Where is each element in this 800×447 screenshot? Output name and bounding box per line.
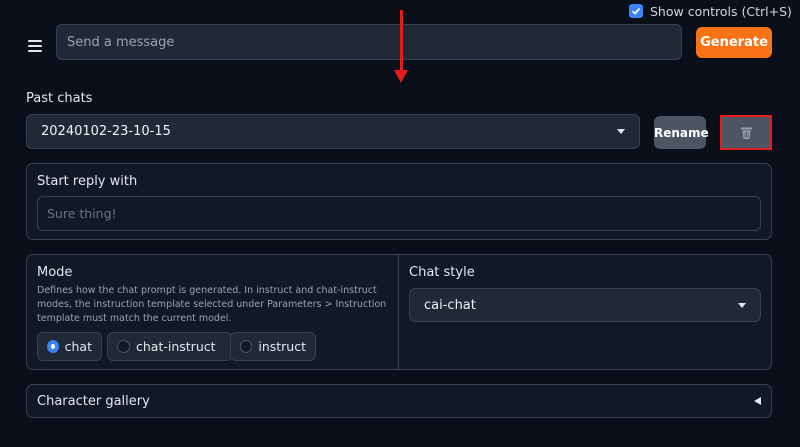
mode-option-chat[interactable]: chat	[37, 332, 102, 361]
mode-option-label: chat	[64, 339, 92, 354]
annotation-arrow-line	[400, 10, 403, 72]
checkmark-icon	[631, 7, 641, 15]
past-chats-label: Past chats	[26, 91, 93, 106]
trash-icon	[740, 127, 752, 139]
show-controls-label: Show controls (Ctrl+S)	[650, 3, 792, 19]
start-reply-label: Start reply with	[37, 174, 138, 189]
past-chats-dropdown[interactable]: 20240102-23-10-15	[26, 114, 640, 149]
mode-option-chat-instruct[interactable]: chat-instruct	[107, 332, 233, 361]
mode-description: Defines how the chat prompt is generated…	[37, 285, 387, 324]
delete-button[interactable]	[720, 115, 772, 150]
mode-divider	[398, 255, 399, 369]
radio-unselected-icon	[240, 340, 253, 353]
chevron-down-icon	[738, 302, 746, 308]
mode-panel: Mode Defines how the chat prompt is gene…	[26, 254, 772, 370]
chat-style-label: Chat style	[409, 265, 475, 280]
chat-style-dropdown[interactable]: cai-chat	[409, 288, 761, 322]
mode-option-instruct[interactable]: instruct	[230, 332, 316, 361]
start-reply-panel: Start reply with	[26, 163, 772, 240]
start-reply-input[interactable]	[37, 196, 761, 231]
mode-option-label: chat-instruct	[136, 339, 216, 354]
radio-selected-icon	[47, 340, 59, 353]
character-gallery-accordion[interactable]: Character gallery	[26, 384, 772, 418]
mode-option-label: instruct	[258, 339, 306, 354]
menu-icon[interactable]	[27, 38, 43, 54]
chat-style-selected: cai-chat	[424, 297, 476, 313]
chevron-down-icon	[617, 129, 625, 134]
generate-button[interactable]: Generate	[696, 27, 772, 58]
show-controls-toggle[interactable]: Show controls (Ctrl+S)	[629, 2, 792, 20]
collapse-triangle-icon	[754, 397, 761, 405]
annotation-arrow-head	[394, 70, 408, 83]
rename-button[interactable]: Rename	[654, 116, 709, 149]
message-input[interactable]	[56, 24, 682, 60]
mode-label: Mode	[37, 265, 73, 280]
past-chats-selected: 20240102-23-10-15	[41, 124, 171, 139]
radio-unselected-icon	[117, 340, 130, 353]
character-gallery-label: Character gallery	[37, 393, 150, 409]
show-controls-checkbox[interactable]	[629, 4, 643, 18]
